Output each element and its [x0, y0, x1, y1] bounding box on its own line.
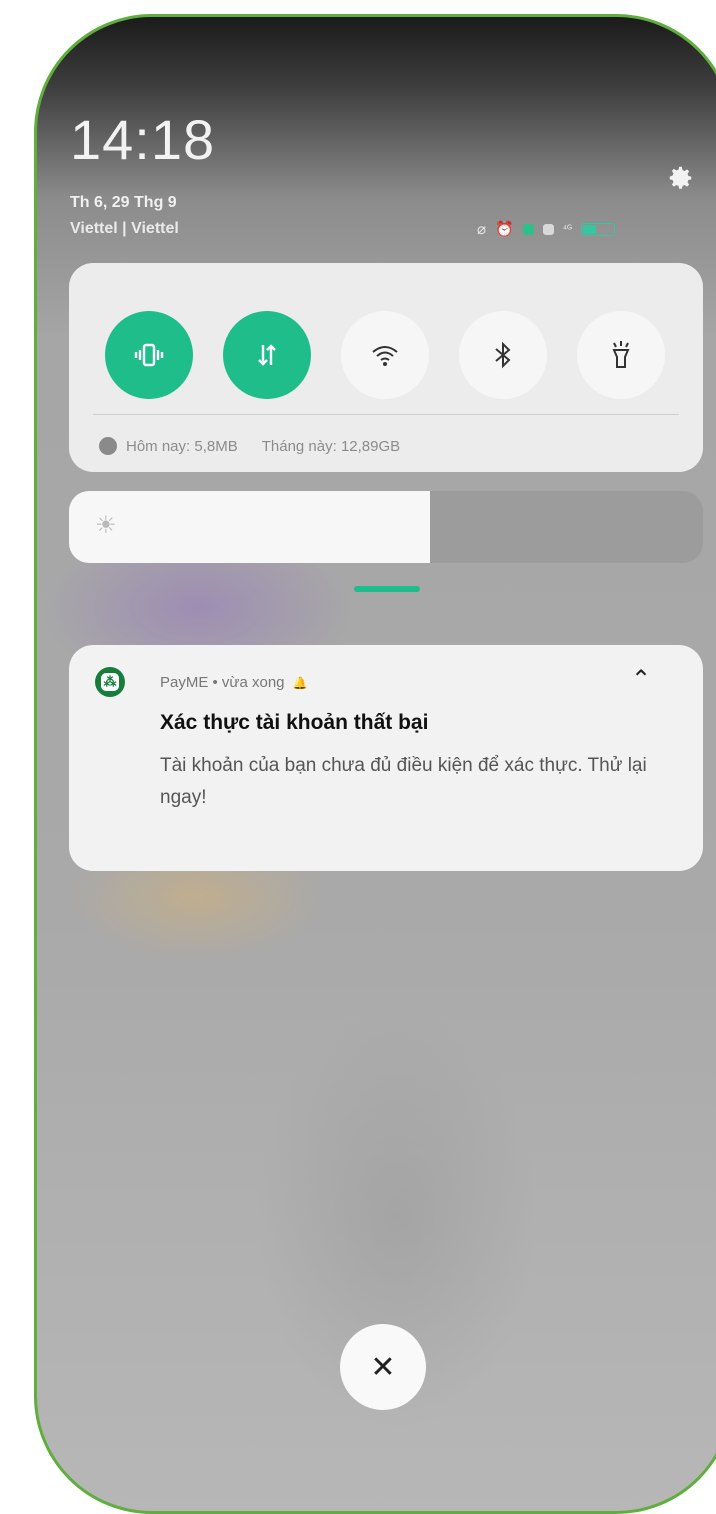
signal-icon [522, 223, 534, 235]
flashlight-icon [612, 341, 630, 368]
mobile-data-toggle[interactable] [223, 311, 311, 399]
date-label: Th 6, 29 Thg 9 [70, 194, 177, 211]
notification-body: Tài khoản của bạn chưa đủ điều kiện để x… [160, 755, 647, 808]
clock: 14:18 [70, 108, 216, 171]
notification-title: Xác thực tài khoản thất bại [160, 711, 429, 734]
battery-icon [580, 222, 615, 236]
brightness-slider[interactable]: ☀ [69, 491, 703, 563]
notification-header: PayME • vừa xong 🔔 [160, 674, 307, 691]
panel-drag-handle[interactable] [354, 586, 420, 592]
data-today-label: Hôm nay: 5,8MB [126, 437, 238, 455]
brightness-fill [69, 491, 431, 563]
hd-icon [542, 223, 554, 235]
vibrate-toggle[interactable] [105, 311, 193, 399]
sun-icon: ☀ [95, 512, 117, 539]
clear-notifications-button[interactable]: ✕ [340, 1324, 426, 1410]
bluetooth-toggle[interactable] [459, 311, 547, 399]
payme-app-icon: ⁂ [95, 667, 125, 697]
data-usage-icon [99, 437, 117, 455]
notification-card[interactable]: ⁂ PayME • vừa xong 🔔 ⌃ Xác thực tài khoả… [69, 645, 703, 871]
data-month-label: Tháng này: 12,89GB [261, 437, 401, 455]
quick-toggle-row [105, 311, 665, 399]
close-icon: ✕ [370, 1350, 396, 1384]
flashlight-toggle[interactable] [577, 311, 665, 399]
wifi-icon [372, 346, 398, 366]
bell-icon: 🔔 [292, 675, 308, 690]
wifi-toggle[interactable] [341, 311, 429, 399]
carrier-label: Viettel | Viettel [70, 220, 179, 237]
chevron-up-icon[interactable]: ⌃ [631, 665, 651, 694]
phone-screen: 14:18 Th 6, 29 Thg 9 Viettel | Viettel ⌀… [34, 14, 716, 1514]
alarm-icon: ⏰ [495, 221, 514, 238]
quick-settings-panel: Hôm nay: 5,8MB Tháng này: 12,89GB [69, 263, 703, 472]
vibrate-icon [134, 343, 164, 367]
bluetooth-icon [495, 341, 511, 369]
notification-app-time: PayME • vừa xong [160, 674, 285, 691]
4g-icon: ⁴ᴳ [562, 223, 572, 235]
panel-divider [93, 414, 679, 415]
data-arrows-icon [258, 344, 276, 366]
vibrate-off-icon: ⌀ [477, 221, 487, 238]
status-bar-icons: ⌀ ⏰ ⁴ᴳ [477, 220, 615, 238]
data-usage-row[interactable]: Hôm nay: 5,8MB Tháng này: 12,89GB [99, 437, 400, 455]
settings-gear-icon[interactable] [665, 163, 695, 199]
